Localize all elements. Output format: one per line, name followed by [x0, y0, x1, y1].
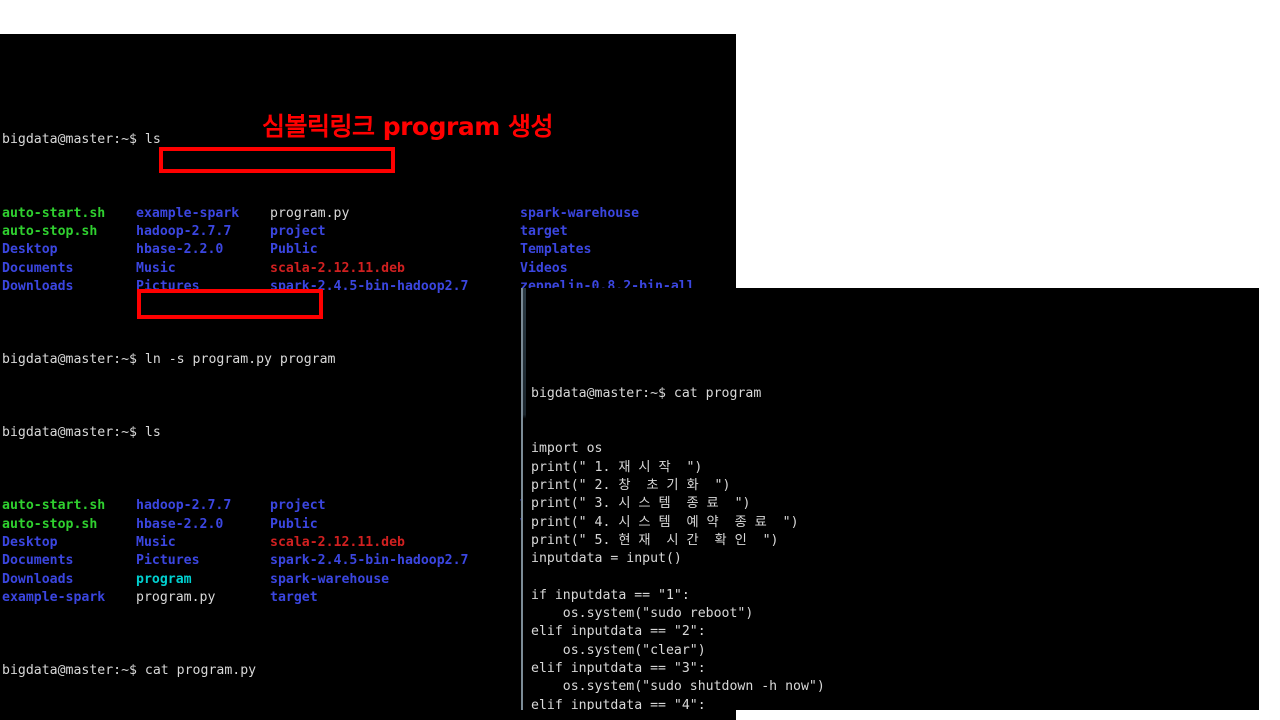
ls-row: auto-stop.sh hadoop-2.7.7 project target — [2, 223, 736, 241]
ls-entry: project — [270, 223, 326, 239]
ls-entry: auto-start.sh — [2, 498, 106, 514]
code-line: import os — [531, 441, 603, 457]
ls-entry: Documents — [2, 260, 74, 276]
ls-entry: hbase-2.2.0 — [136, 516, 224, 532]
ls-entry: Public — [270, 516, 318, 532]
ls-entry: Public — [270, 242, 318, 258]
code-line: print(" 4. 시 스 템 예 약 종 료 ") — [531, 514, 799, 530]
ls-entry: Videos — [520, 260, 568, 276]
ls-entry: Documents — [2, 553, 74, 569]
command-ls-2: ls — [144, 425, 161, 441]
ls-entry: program — [136, 571, 192, 587]
ls-entry: project — [270, 498, 326, 514]
code-line: elif inputdata == "4": — [531, 697, 706, 710]
ls-entry: Downloads — [2, 571, 74, 587]
code-line: print(" 5. 현 재 시 간 확 인 ") — [531, 532, 779, 548]
ls-entry: hbase-2.2.0 — [136, 242, 224, 258]
ls-entry: example-spark — [136, 205, 240, 221]
ls-entry: target — [520, 223, 568, 239]
terminal-window-right[interactable]: bigdata@master:~$ cat program import os p… — [521, 288, 1259, 710]
shell-prompt: bigdata@master:~$ — [531, 386, 674, 402]
ls-entry: example-spark — [2, 589, 106, 605]
python-source-right: import os print(" 1. 재 시 작 ") print(" 2. 창… — [531, 440, 1259, 710]
ls-entry: Pictures — [136, 278, 200, 294]
command-ls-1: ls — [144, 132, 161, 148]
code-line: print(" 3. 시 스 템 종 료 ") — [531, 496, 751, 512]
ls-entry: Desktop — [2, 535, 58, 551]
ls-entry: program.py — [136, 589, 216, 605]
ls-entry: Music — [136, 535, 176, 551]
annotation-symlink-label: 심볼릭링크 program 생성 — [262, 112, 553, 141]
ls-entry: scala-2.12.11.deb — [270, 535, 405, 551]
ls-entry: Downloads — [2, 278, 74, 294]
ls-row: auto-start.sh example-spark program.py spar… — [2, 205, 736, 223]
ls-entry: spark-warehouse — [520, 205, 640, 221]
terminal-two-content: bigdata@master:~$ cat program import os p… — [531, 349, 1259, 710]
ls-entry: target — [270, 589, 318, 605]
ls-entry: hadoop-2.7.7 — [136, 498, 232, 514]
code-line: elif inputdata == "3": — [531, 660, 706, 676]
code-line: if inputdata == "1": — [531, 587, 690, 603]
ls-entry: Desktop — [2, 242, 58, 258]
shell-prompt: bigdata@master:~$ — [2, 425, 145, 441]
ls-entry: auto-stop.sh — [2, 516, 98, 532]
shell-prompt: bigdata@master:~$ — [2, 132, 145, 148]
ls-entry: Pictures — [136, 553, 200, 569]
command-cat-programpy: cat program.py — [144, 663, 257, 679]
ls-output-first: auto-start.sh example-spark program.py spar… — [2, 205, 736, 296]
ls-row: Desktop hbase-2.2.0 Public Templates — [2, 241, 736, 259]
terminal-scrollbar[interactable] — [523, 288, 526, 710]
ls-row: Documents Music scala-2.12.11.deb Videos — [2, 260, 736, 278]
ls-entry: scala-2.12.11.deb — [270, 260, 405, 276]
shell-prompt: bigdata@master:~$ — [2, 663, 145, 679]
ls-entry: spark-2.4.5-bin-hadoop2.7 — [270, 553, 469, 569]
code-line: inputdata = input() — [531, 551, 682, 567]
ls-entry: spark-warehouse — [270, 571, 390, 587]
code-line: os.system("clear") — [531, 642, 706, 658]
prompt-line-cat-symlink: bigdata@master:~$ cat program — [531, 385, 1259, 403]
ls-entry: auto-stop.sh — [2, 223, 98, 239]
ls-entry: program.py — [270, 205, 350, 221]
code-line: print(" 2. 창 초 기 화 ") — [531, 477, 731, 493]
command-cat-program: cat program — [673, 386, 762, 402]
code-line: print(" 1. 재 시 작 ") — [531, 459, 703, 475]
ls-entry: Templates — [520, 242, 592, 258]
code-line: elif inputdata == "2": — [531, 624, 706, 640]
code-line: os.system("sudo reboot") — [531, 606, 754, 622]
ls-entry: auto-start.sh — [2, 205, 106, 221]
ls-entry: spark-2.4.5-bin-hadoop2.7 — [270, 278, 469, 294]
code-line: os.system("sudo shutdown -h now") — [531, 679, 825, 695]
ls-entry: hadoop-2.7.7 — [136, 223, 232, 239]
shell-prompt: bigdata@master:~$ — [2, 352, 145, 368]
ls-entry: Music — [136, 260, 176, 276]
command-ln-symlink: ln -s program.py program — [144, 352, 336, 368]
